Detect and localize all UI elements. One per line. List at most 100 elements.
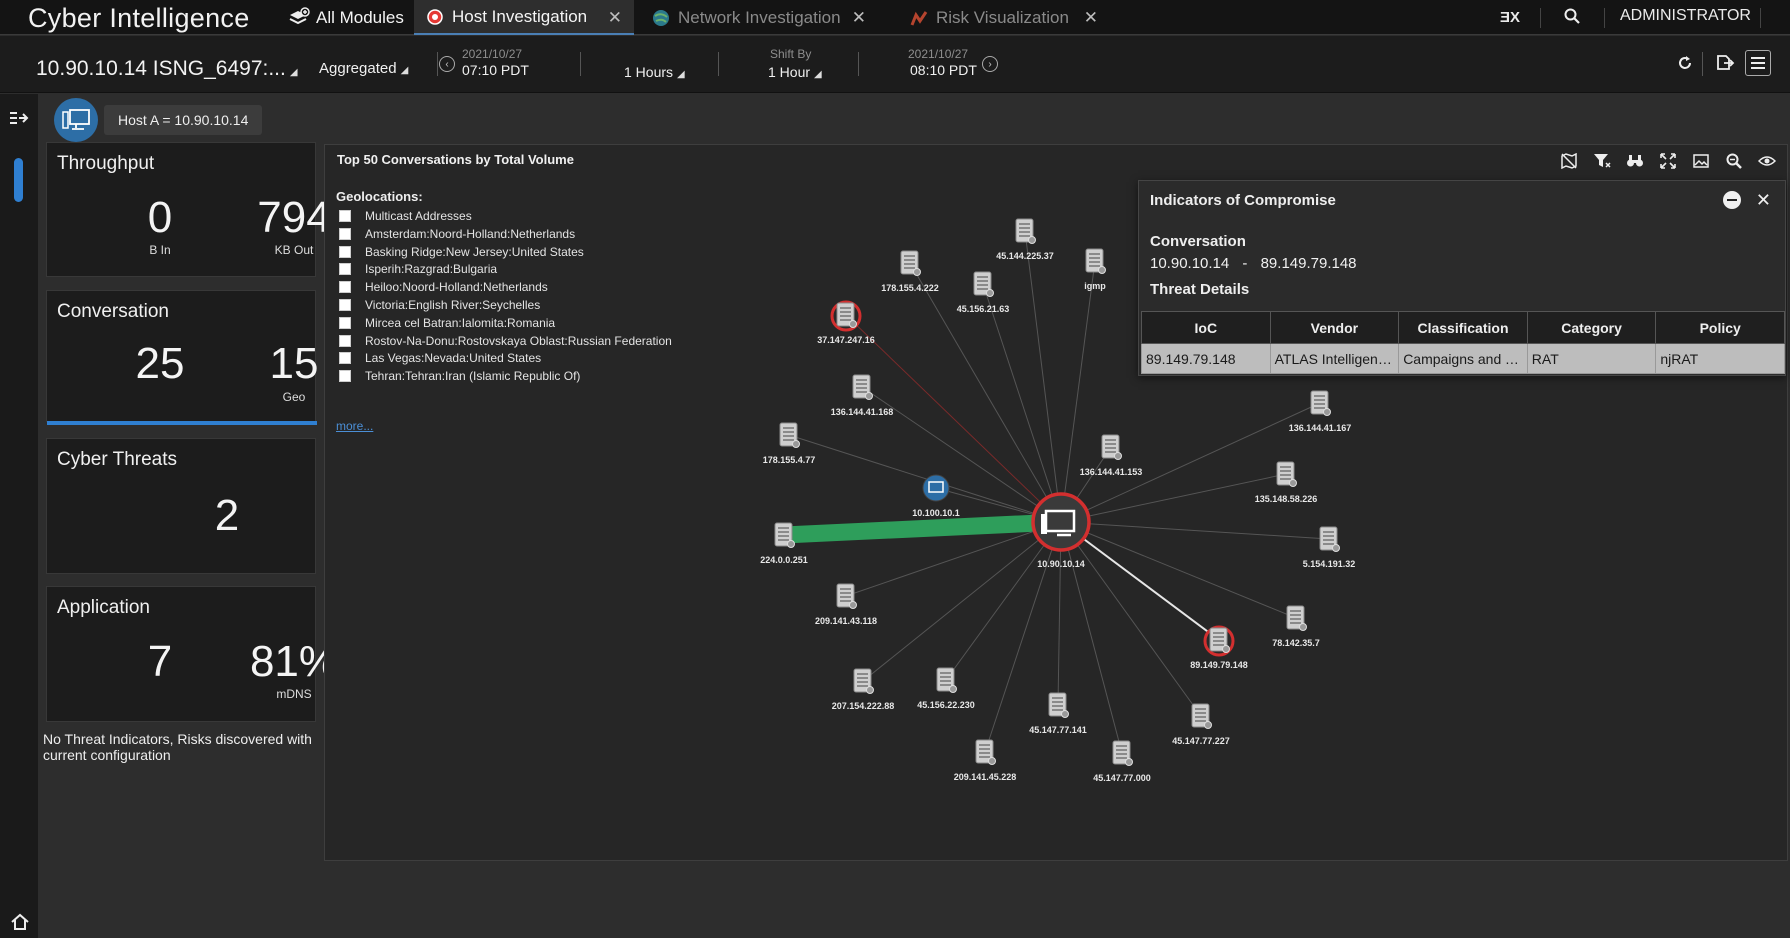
server-node[interactable]: 45.156.22.230 (917, 668, 975, 710)
geolocation-item[interactable]: Multicast Addresses (339, 208, 472, 224)
close-icon[interactable]: ✕ (1756, 190, 1771, 211)
close-icon[interactable]: ✕ (1084, 8, 1098, 28)
server-node[interactable]: 78.142.35.7 (1272, 606, 1320, 648)
shift-dropdown[interactable]: 1 Hour◢ (768, 64, 822, 80)
status-dot (1029, 237, 1036, 244)
geolocation-checkbox[interactable] (339, 335, 351, 347)
conversation-link[interactable] (1061, 474, 1286, 522)
geolocation-item[interactable]: Heiloo:Noord-Holland:Netherlands (339, 279, 548, 295)
binoculars-icon[interactable] (1624, 151, 1645, 171)
geolocation-item[interactable]: Amsterdam:Noord-Holland:Netherlands (339, 226, 575, 242)
search-icon[interactable] (1564, 8, 1580, 29)
server-node[interactable]: 5.154.191.32 (1303, 527, 1356, 569)
conversation-link[interactable] (863, 522, 1061, 681)
column-header[interactable]: Policy (1656, 312, 1785, 344)
host-filter-chip[interactable]: Host A = 10.90.10.14 (104, 105, 262, 135)
conversation-link[interactable] (784, 522, 1061, 535)
end-time[interactable]: 08:10 PDT (910, 62, 977, 78)
conversation-link[interactable] (985, 522, 1061, 752)
geolocation-checkbox[interactable] (339, 317, 351, 329)
conversation-link[interactable] (1061, 261, 1095, 522)
geolocation-item[interactable]: Mircea cel Batran:Ialomita:Romania (339, 315, 555, 331)
user-menu[interactable]: ADMINISTRATOR (1620, 7, 1751, 25)
host-selector[interactable]: 10.90.10.14 ISNG_6497:...◢ (36, 57, 298, 81)
server-node[interactable]: 135.148.58.226 (1255, 462, 1318, 504)
host-avatar-icon[interactable] (54, 98, 98, 142)
tab-all-modules[interactable]: All Modules (288, 0, 414, 35)
more-geolocations-link[interactable]: more... (336, 419, 373, 433)
threat-node[interactable]: 37.147.247.16 (817, 302, 875, 345)
conversation-link[interactable] (983, 284, 1061, 522)
application-card[interactable]: Application 7 81% mDNS (46, 586, 316, 722)
conversation-card[interactable]: Conversation 25 15 Geo (46, 290, 316, 422)
table-cell: Campaigns and T... (1399, 344, 1528, 374)
scroll-indicator[interactable] (14, 158, 23, 202)
geolocation-checkbox[interactable] (339, 281, 351, 293)
close-icon[interactable]: ✕ (852, 8, 866, 28)
server-node[interactable]: 45.147.77.227 (1172, 704, 1230, 746)
tab-network-investigation[interactable]: Network Investigation ✕ (640, 0, 878, 35)
server-node[interactable]: 136.144.41.167 (1289, 391, 1352, 433)
conversation-link[interactable] (1061, 522, 1122, 753)
server-node[interactable]: 45.147.77.000 (1093, 741, 1151, 783)
shortcut-button[interactable]: ƎX (1500, 9, 1520, 26)
expand-panel-icon[interactable] (5, 104, 33, 132)
geolocation-checkbox[interactable] (339, 228, 351, 240)
internal-host-node[interactable]: 10.100.10.1 (912, 475, 960, 518)
server-node[interactable]: 136.144.41.153 (1080, 435, 1143, 477)
geolocation-checkbox[interactable] (339, 352, 351, 364)
table-row[interactable]: 89.149.79.148ATLAS Intelligenc...Campaig… (1142, 344, 1785, 374)
focus-host-node[interactable]: 10.90.10.14 (1033, 494, 1089, 569)
server-node[interactable]: 209.141.45.228 (954, 740, 1017, 782)
geolocation-item[interactable]: Las Vegas:Nevada:United States (339, 350, 541, 366)
tab-risk-visualization[interactable]: Risk Visualization ✕ (900, 0, 1110, 35)
conversation-link[interactable] (1025, 231, 1061, 522)
mode-dropdown[interactable]: Aggregated◢ (319, 60, 408, 77)
map-off-icon[interactable] (1558, 151, 1579, 171)
tab-host-investigation[interactable]: Host Investigation ✕ (414, 0, 634, 35)
server-node[interactable]: 136.144.41.168 (831, 375, 894, 417)
previous-time-icon[interactable]: ‹ (439, 56, 455, 72)
column-header[interactable]: IoC (1142, 312, 1271, 344)
server-node[interactable]: 45.156.21.63 (957, 272, 1010, 314)
geolocation-checkbox[interactable] (339, 263, 351, 275)
image-icon[interactable] (1690, 151, 1711, 171)
conversation-link[interactable] (1061, 522, 1329, 539)
server-node[interactable]: 178.155.4.222 (881, 251, 939, 293)
geolocation-item[interactable]: Rostov-Na-Donu:Rostovskaya Oblast:Russia… (339, 333, 672, 349)
server-node[interactable]: 209.141.43.118 (815, 584, 877, 626)
geolocation-item[interactable]: Isperih:Razgrad:Bulgaria (339, 261, 497, 277)
refresh-icon[interactable] (1672, 50, 1698, 76)
geolocation-checkbox[interactable] (339, 299, 351, 311)
next-time-icon[interactable]: › (982, 56, 998, 72)
column-header[interactable]: Classification (1399, 312, 1528, 344)
column-header[interactable]: Category (1527, 312, 1656, 344)
throughput-card[interactable]: Throughput 0 B In 794 KB Out (46, 142, 316, 277)
server-node[interactable]: 207.154.222.88 (832, 669, 895, 711)
geolocation-checkbox[interactable] (339, 210, 351, 222)
close-icon[interactable]: ✕ (608, 8, 622, 28)
geolocation-item[interactable]: Victoria:English River:Seychelles (339, 297, 540, 313)
eye-icon[interactable] (1756, 151, 1777, 171)
geolocation-checkbox[interactable] (339, 246, 351, 258)
column-header[interactable]: Vendor (1270, 312, 1399, 344)
start-time[interactable]: 07:10 PDT (462, 62, 529, 78)
cyber-threats-card[interactable]: Cyber Threats 2 (46, 438, 316, 574)
list-menu-icon[interactable] (1745, 50, 1771, 76)
home-icon[interactable] (8, 910, 32, 934)
duration-dropdown[interactable]: 1 Hours◢ (624, 64, 685, 80)
fit-screen-icon[interactable] (1657, 151, 1678, 171)
server-node[interactable]: 45.147.77.141 (1029, 693, 1087, 735)
geolocation-item[interactable]: Basking Ridge:New Jersey:United States (339, 244, 584, 260)
minimize-icon[interactable] (1723, 191, 1741, 209)
server-node[interactable]: 178.155.4.77 (763, 423, 816, 465)
geolocation-item[interactable]: Tehran:Tehran:Iran (Islamic Republic Of) (339, 368, 580, 384)
filter-icon[interactable] (1591, 151, 1612, 171)
threat-node[interactable]: 89.149.79.148 (1190, 627, 1248, 670)
geolocation-checkbox[interactable] (339, 370, 351, 382)
conversation-link[interactable] (846, 315, 1061, 522)
server-node[interactable]: 45.144.225.37 (996, 219, 1054, 261)
zoom-icon[interactable] (1723, 151, 1744, 171)
server-node[interactable]: igmp (1084, 249, 1106, 291)
export-icon[interactable] (1712, 50, 1738, 76)
